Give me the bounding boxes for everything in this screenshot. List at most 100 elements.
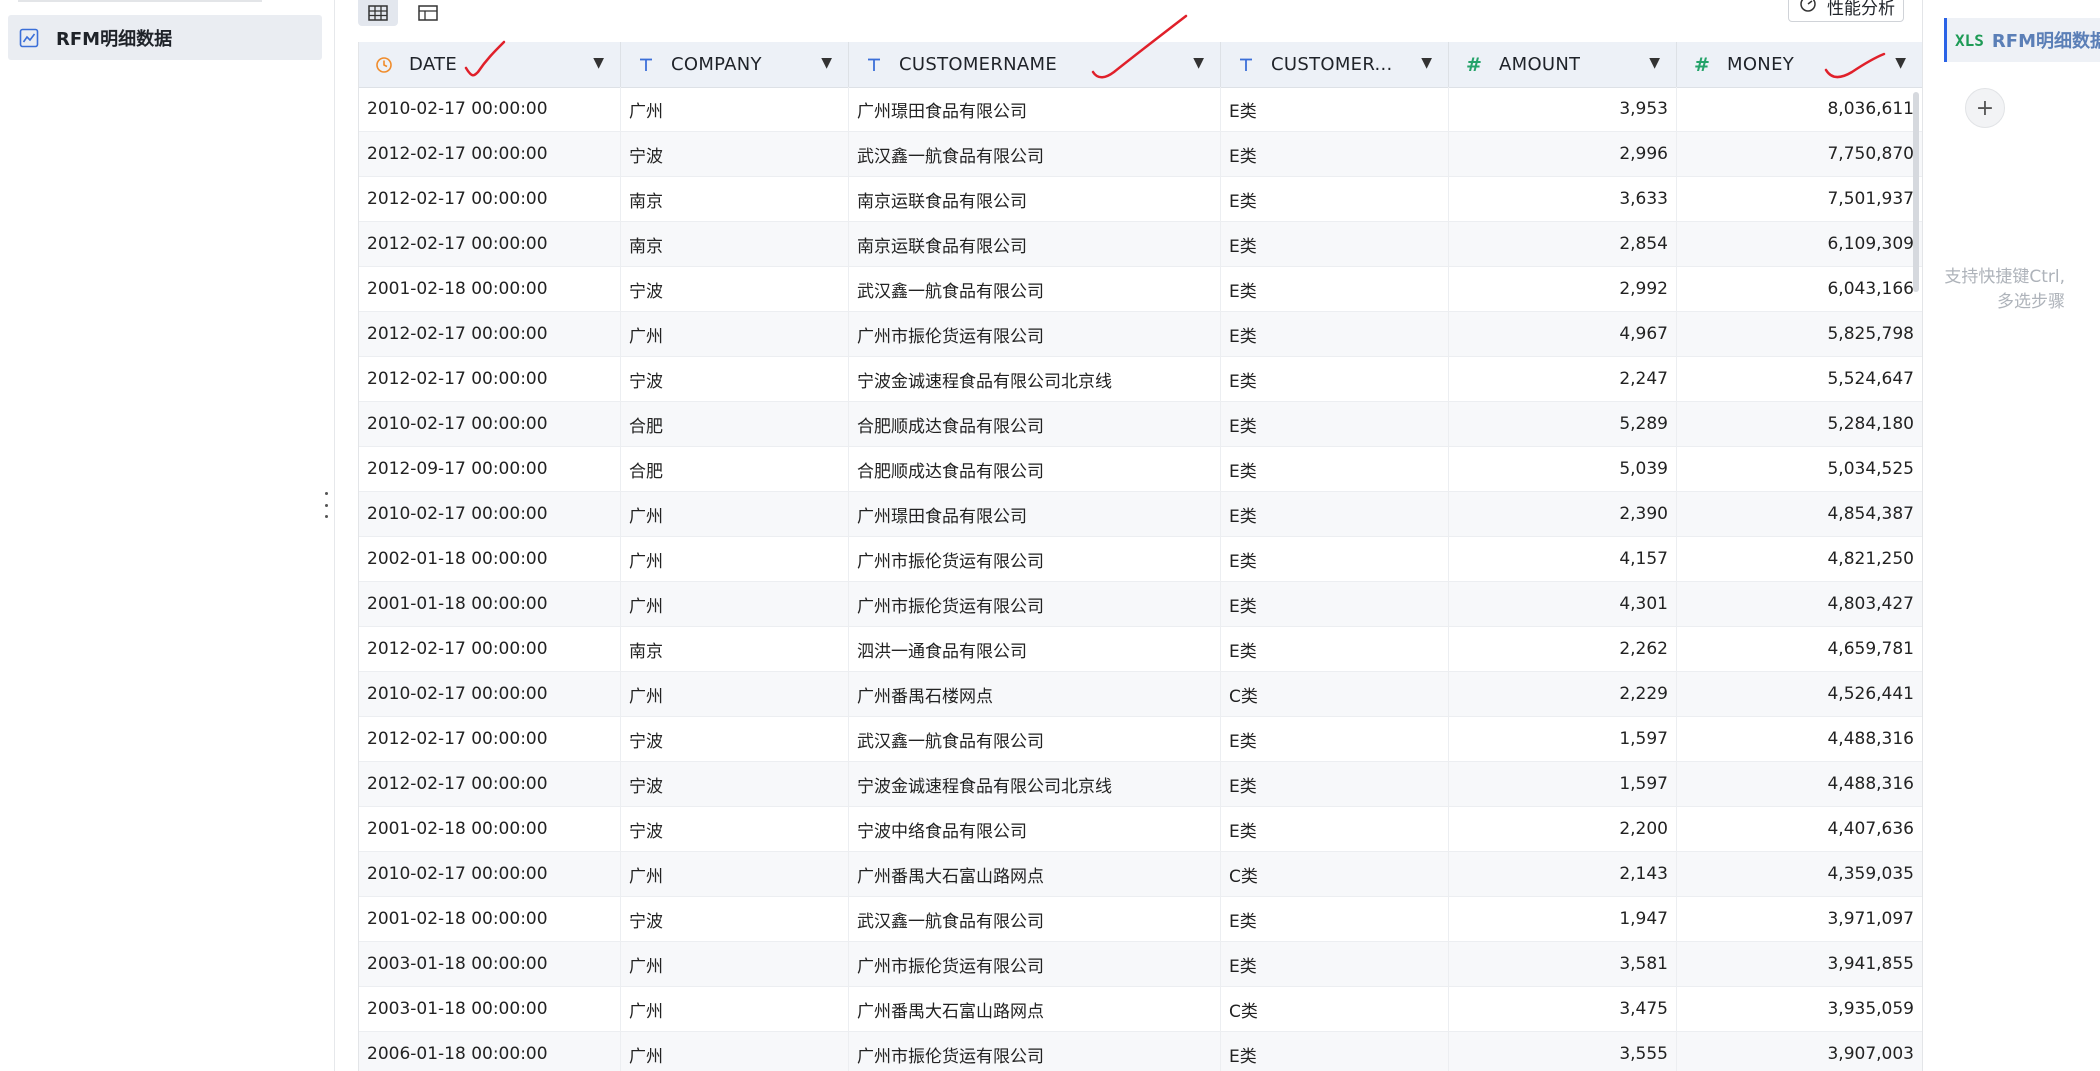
cell-date[interactable]: 2010-02-17 00:00:00 xyxy=(359,492,621,536)
table-row[interactable]: 2012-02-17 00:00:00 南京 南京运联食品有限公司 E类 3,633 7,… xyxy=(359,177,1923,222)
table-row[interactable]: 2010-02-17 00:00:00 广州 广州璟田食品有限公司 E类 2,390 4,… xyxy=(359,492,1923,537)
cell-date[interactable]: 2012-02-17 00:00:00 xyxy=(359,312,621,356)
cell-customername[interactable]: 南京运联食品有限公司 xyxy=(849,222,1221,266)
cell-customer-category[interactable]: E类 xyxy=(1221,897,1449,941)
table-row[interactable]: 2001-02-18 00:00:00 宁波 武汉鑫一航食品有限公司 E类 2,992 6… xyxy=(359,267,1923,312)
column-header-money[interactable]: # MONEY ▼ xyxy=(1677,42,1923,87)
cell-date[interactable]: 2012-02-17 00:00:00 xyxy=(359,627,621,671)
column-header-customername[interactable]: CUSTOMERNAME ▼ xyxy=(849,42,1221,87)
cell-customername[interactable]: 广州番禺大石富山路网点 xyxy=(849,987,1221,1031)
cell-amount[interactable]: 2,247 xyxy=(1449,357,1677,401)
cell-customername[interactable]: 宁波金诚速程食品有限公司北京线 xyxy=(849,357,1221,401)
cell-customer-category[interactable]: E类 xyxy=(1221,1032,1449,1071)
cell-customername[interactable]: 广州市振伦货运有限公司 xyxy=(849,582,1221,626)
cell-amount[interactable]: 2,390 xyxy=(1449,492,1677,536)
cell-amount[interactable]: 4,157 xyxy=(1449,537,1677,581)
table-row[interactable]: 2003-01-18 00:00:00 广州 广州市振伦货运有限公司 E类 3,581 3… xyxy=(359,942,1923,987)
add-step-button[interactable]: + xyxy=(1965,88,2005,128)
caret-down-icon[interactable]: ▼ xyxy=(1193,55,1204,71)
cell-money[interactable]: 5,825,798 xyxy=(1677,312,1923,356)
cell-customer-category[interactable]: E类 xyxy=(1221,492,1449,536)
cell-money[interactable]: 5,034,525 xyxy=(1677,447,1923,491)
cell-date[interactable]: 2010-02-17 00:00:00 xyxy=(359,87,621,131)
cell-customer-category[interactable]: E类 xyxy=(1221,312,1449,356)
cell-company[interactable]: 广州 xyxy=(621,87,849,131)
cell-money[interactable]: 6,109,309 xyxy=(1677,222,1923,266)
table-row[interactable]: 2001-01-18 00:00:00 广州 广州市振伦货运有限公司 E类 4,301 4… xyxy=(359,582,1923,627)
table-row[interactable]: 2012-02-17 00:00:00 宁波 武汉鑫一航食品有限公司 E类 1,597 4… xyxy=(359,717,1923,762)
table-row[interactable]: 2003-01-18 00:00:00 广州 广州番禺大石富山路网点 C类 3,475 3… xyxy=(359,987,1923,1032)
cell-customer-category[interactable]: E类 xyxy=(1221,717,1449,761)
cell-customername[interactable]: 广州璟田食品有限公司 xyxy=(849,87,1221,131)
cell-company[interactable]: 宁波 xyxy=(621,267,849,311)
cell-customername[interactable]: 宁波中络食品有限公司 xyxy=(849,807,1221,851)
cell-money[interactable]: 5,284,180 xyxy=(1677,402,1923,446)
cell-money[interactable]: 5,524,647 xyxy=(1677,357,1923,401)
cell-money[interactable]: 4,821,250 xyxy=(1677,537,1923,581)
cell-customername[interactable]: 广州璟田食品有限公司 xyxy=(849,492,1221,536)
cell-date[interactable]: 2012-02-17 00:00:00 xyxy=(359,177,621,221)
cell-money[interactable]: 3,941,855 xyxy=(1677,942,1923,986)
caret-down-icon[interactable]: ▼ xyxy=(1649,55,1660,71)
cell-amount[interactable]: 2,262 xyxy=(1449,627,1677,671)
cell-customer-category[interactable]: E类 xyxy=(1221,627,1449,671)
cell-date[interactable]: 2001-02-18 00:00:00 xyxy=(359,897,621,941)
cell-money[interactable]: 3,971,097 xyxy=(1677,897,1923,941)
cell-money[interactable]: 7,501,937 xyxy=(1677,177,1923,221)
cell-date[interactable]: 2001-02-18 00:00:00 xyxy=(359,807,621,851)
cell-amount[interactable]: 3,953 xyxy=(1449,87,1677,131)
cell-money[interactable]: 4,488,316 xyxy=(1677,762,1923,806)
cell-date[interactable]: 2012-02-17 00:00:00 xyxy=(359,222,621,266)
cell-date[interactable]: 2010-02-17 00:00:00 xyxy=(359,672,621,716)
cell-customer-category[interactable]: E类 xyxy=(1221,87,1449,131)
cell-money[interactable]: 4,407,636 xyxy=(1677,807,1923,851)
cell-company[interactable]: 宁波 xyxy=(621,897,849,941)
cell-money[interactable]: 4,488,316 xyxy=(1677,717,1923,761)
sidebar-item-rfm-detail[interactable]: RFM明细数据 xyxy=(8,15,322,60)
cell-amount[interactable]: 2,200 xyxy=(1449,807,1677,851)
table-row[interactable]: 2012-02-17 00:00:00 南京 泗洪一通食品有限公司 E类 2,262 4,… xyxy=(359,627,1923,672)
cell-amount[interactable]: 1,597 xyxy=(1449,762,1677,806)
cell-customername[interactable]: 武汉鑫一航食品有限公司 xyxy=(849,267,1221,311)
cell-date[interactable]: 2003-01-18 00:00:00 xyxy=(359,942,621,986)
cell-amount[interactable]: 3,581 xyxy=(1449,942,1677,986)
table-row[interactable]: 2010-02-17 00:00:00 广州 广州璟田食品有限公司 E类 3,953 8,… xyxy=(359,87,1923,132)
cell-company[interactable]: 广州 xyxy=(621,987,849,1031)
table-row[interactable]: 2006-01-18 00:00:00 广州 广州市振伦货运有限公司 E类 3,555 3… xyxy=(359,1032,1923,1071)
table-row[interactable]: 2010-02-17 00:00:00 合肥 合肥顺成达食品有限公司 E类 5,289 5… xyxy=(359,402,1923,447)
cell-money[interactable]: 3,935,059 xyxy=(1677,987,1923,1031)
cell-company[interactable]: 合肥 xyxy=(621,447,849,491)
caret-down-icon[interactable]: ▼ xyxy=(1421,55,1432,71)
cell-customer-category[interactable]: E类 xyxy=(1221,402,1449,446)
cell-amount[interactable]: 4,967 xyxy=(1449,312,1677,356)
cell-company[interactable]: 宁波 xyxy=(621,717,849,761)
cell-amount[interactable]: 3,633 xyxy=(1449,177,1677,221)
cell-money[interactable]: 4,359,035 xyxy=(1677,852,1923,896)
table-row[interactable]: 2010-02-17 00:00:00 广州 广州番禺石楼网点 C类 2,229 4,52… xyxy=(359,672,1923,717)
cell-date[interactable]: 2012-02-17 00:00:00 xyxy=(359,717,621,761)
cell-customer-category[interactable]: E类 xyxy=(1221,267,1449,311)
cell-customername[interactable]: 广州市振伦货运有限公司 xyxy=(849,312,1221,356)
cell-company[interactable]: 广州 xyxy=(621,537,849,581)
panel-view-icon[interactable] xyxy=(408,0,448,26)
cell-date[interactable]: 2012-02-17 00:00:00 xyxy=(359,357,621,401)
cell-customer-category[interactable]: E类 xyxy=(1221,582,1449,626)
cell-amount[interactable]: 2,229 xyxy=(1449,672,1677,716)
cell-date[interactable]: 2012-02-17 00:00:00 xyxy=(359,762,621,806)
table-row[interactable]: 2012-02-17 00:00:00 宁波 武汉鑫一航食品有限公司 E类 2,996 7… xyxy=(359,132,1923,177)
cell-company[interactable]: 广州 xyxy=(621,852,849,896)
cell-money[interactable]: 4,803,427 xyxy=(1677,582,1923,626)
cell-date[interactable]: 2003-01-18 00:00:00 xyxy=(359,987,621,1031)
cell-amount[interactable]: 2,996 xyxy=(1449,132,1677,176)
step-item-rfm-detail[interactable]: XLS RFM明细数据 xyxy=(1944,18,2100,62)
cell-amount[interactable]: 1,597 xyxy=(1449,717,1677,761)
vertical-scrollbar[interactable] xyxy=(1913,92,1919,292)
table-row[interactable]: 2002-01-18 00:00:00 广州 广州市振伦货运有限公司 E类 4,157 4… xyxy=(359,537,1923,582)
cell-date[interactable]: 2012-02-17 00:00:00 xyxy=(359,132,621,176)
cell-customer-category[interactable]: E类 xyxy=(1221,807,1449,851)
cell-company[interactable]: 宁波 xyxy=(621,807,849,851)
cell-date[interactable]: 2001-01-18 00:00:00 xyxy=(359,582,621,626)
performance-analysis-button[interactable]: 性能分析 xyxy=(1788,0,1904,22)
cell-date[interactable]: 2006-01-18 00:00:00 xyxy=(359,1032,621,1071)
cell-company[interactable]: 广州 xyxy=(621,942,849,986)
